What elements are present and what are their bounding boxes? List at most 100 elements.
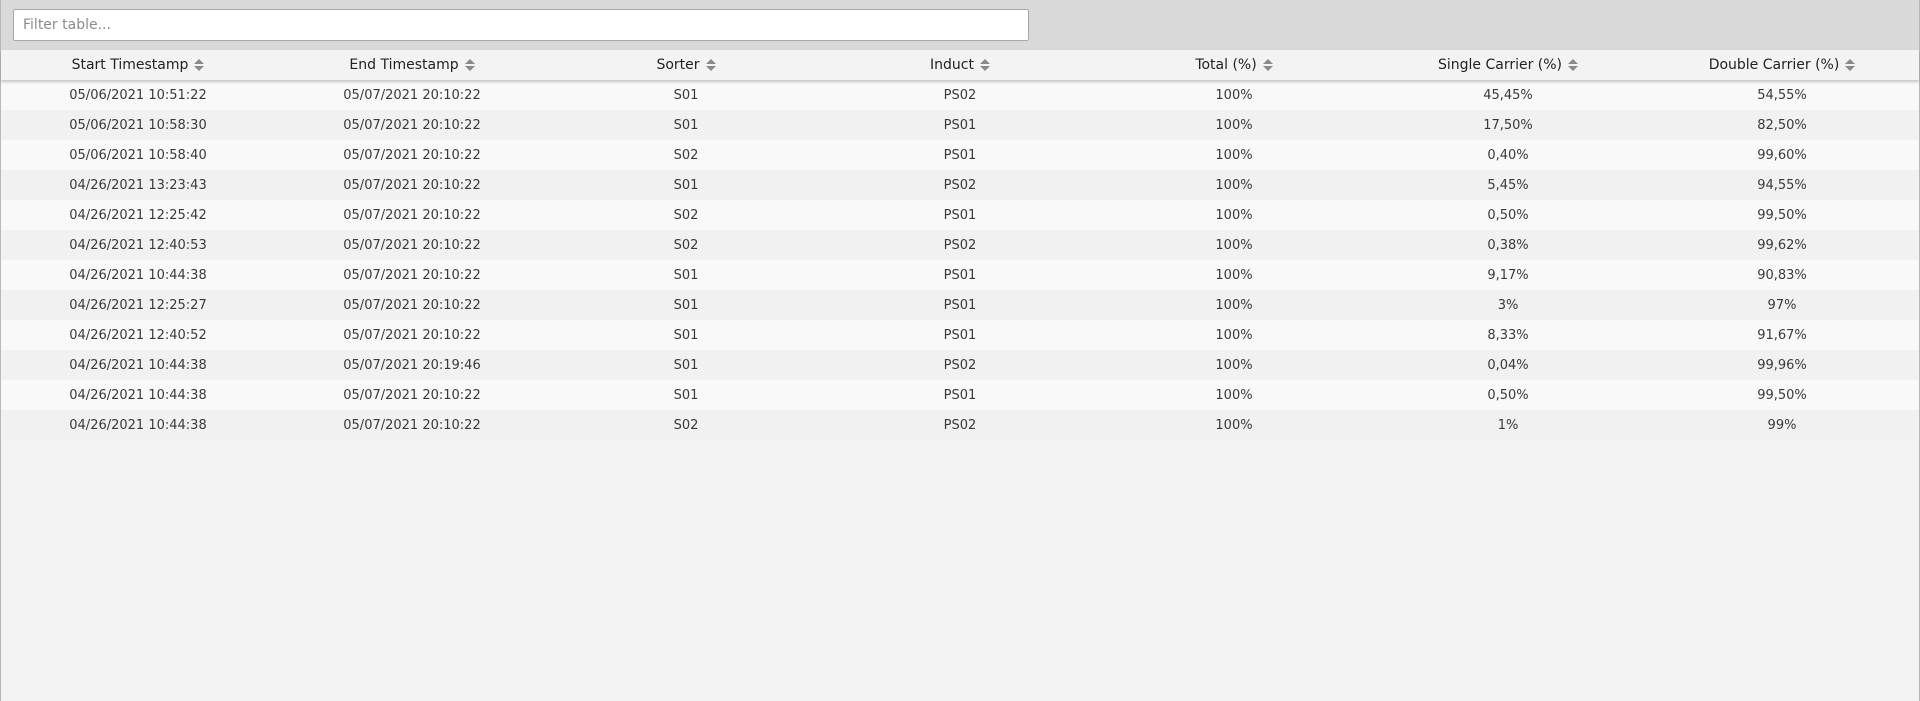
table-cell: 91,67%	[1757, 327, 1807, 343]
table-cell: 97%	[1767, 297, 1797, 313]
column-header-3[interactable]: Induct	[823, 50, 1097, 80]
table-row[interactable]: 04/26/2021 12:40:53 05/07/2021 20:10:22 S0…	[1, 230, 1919, 260]
table-cell: S01	[673, 87, 699, 103]
table-cell: 54,55%	[1757, 87, 1807, 103]
sort-icon[interactable]	[1262, 59, 1273, 71]
table-row[interactable]: 04/26/2021 12:40:52 05/07/2021 20:10:22 S0…	[1, 320, 1919, 350]
column-header-1[interactable]: End Timestamp	[275, 50, 549, 80]
table-cell: 100%	[1215, 177, 1253, 193]
table-cell: 99,96%	[1757, 357, 1807, 373]
table-cell: PS01	[943, 327, 977, 343]
table-cell: 05/07/2021 20:10:22	[343, 177, 481, 193]
table-row[interactable]: 04/26/2021 13:23:43 05/07/2021 20:10:22 S0…	[1, 170, 1919, 200]
table-cell: 04/26/2021 12:25:42	[69, 207, 207, 223]
table-row[interactable]: 04/26/2021 10:44:38 05/07/2021 20:10:22 S0…	[1, 380, 1919, 410]
column-header-label: Start Timestamp	[71, 57, 189, 73]
table-cell: 82,50%	[1757, 117, 1807, 133]
table-cell: PS01	[943, 297, 977, 313]
table-cell: S02	[673, 147, 699, 163]
sort-icon[interactable]	[194, 59, 205, 71]
table-cell: PS02	[943, 177, 977, 193]
sort-icon[interactable]	[1568, 59, 1579, 71]
table-cell: 100%	[1215, 357, 1253, 373]
table-cell: 05/06/2021 10:58:40	[69, 147, 207, 163]
table-cell: S01	[673, 297, 699, 313]
table-cell: PS02	[943, 237, 977, 253]
table-cell: 04/26/2021 12:25:27	[69, 297, 207, 313]
table-cell: 04/26/2021 13:23:43	[69, 177, 207, 193]
table-cell: 05/07/2021 20:19:46	[343, 357, 481, 373]
table-cell: 17,50%	[1483, 117, 1533, 133]
table-cell: 0,40%	[1487, 147, 1529, 163]
table-cell: 3%	[1497, 297, 1519, 313]
table-cell: 100%	[1215, 327, 1253, 343]
sort-icon[interactable]	[705, 59, 716, 71]
table-cell: 04/26/2021 12:40:52	[69, 327, 207, 343]
table-cell: 99,60%	[1757, 147, 1807, 163]
table-cell: 1%	[1497, 417, 1519, 433]
table-cell: S01	[673, 387, 699, 403]
table-cell: 05/07/2021 20:10:22	[343, 237, 481, 253]
column-header-0[interactable]: Start Timestamp	[1, 50, 275, 80]
table-cell: 0,50%	[1487, 387, 1529, 403]
data-table: Start Timestamp End Timestamp Sorter Induct…	[1, 50, 1919, 440]
column-header-4[interactable]: Total (%)	[1097, 50, 1371, 80]
table-cell: 05/07/2021 20:10:22	[343, 327, 481, 343]
table-cell: S01	[673, 177, 699, 193]
column-header-label: Single Carrier (%)	[1437, 57, 1563, 73]
table-row[interactable]: 04/26/2021 10:44:38 05/07/2021 20:19:46 S0…	[1, 350, 1919, 380]
table-cell: S02	[673, 207, 699, 223]
column-header-label: End Timestamp	[349, 57, 459, 73]
table-cell: S02	[673, 417, 699, 433]
table-row[interactable]: 05/06/2021 10:58:30 05/07/2021 20:10:22 S0…	[1, 110, 1919, 140]
table-cell: 100%	[1215, 207, 1253, 223]
table-cell: 94,55%	[1757, 177, 1807, 193]
sort-icon[interactable]	[464, 59, 475, 71]
table-cell: 04/26/2021 10:44:38	[69, 387, 207, 403]
table-cell: 05/07/2021 20:10:22	[343, 87, 481, 103]
column-header-label: Double Carrier (%)	[1708, 57, 1840, 73]
table-cell: 100%	[1215, 297, 1253, 313]
table-row[interactable]: 04/26/2021 10:44:38 05/07/2021 20:10:22 S0…	[1, 260, 1919, 290]
table-cell: 05/07/2021 20:10:22	[343, 387, 481, 403]
table-cell: 100%	[1215, 87, 1253, 103]
table-cell: 5,45%	[1487, 177, 1529, 193]
table-cell: 100%	[1215, 147, 1253, 163]
table-cell: S01	[673, 117, 699, 133]
table-cell: PS01	[943, 117, 977, 133]
table-cell: 99,62%	[1757, 237, 1807, 253]
column-header-2[interactable]: Sorter	[549, 50, 823, 80]
table-cell: S01	[673, 267, 699, 283]
app-window: Start Timestamp End Timestamp Sorter Induct…	[0, 0, 1920, 701]
table-cell: 04/26/2021 10:44:38	[69, 267, 207, 283]
table-cell: 04/26/2021 10:44:38	[69, 357, 207, 373]
table-cell: 45,45%	[1483, 87, 1533, 103]
column-header-5[interactable]: Single Carrier (%)	[1371, 50, 1645, 80]
table-cell: S01	[673, 327, 699, 343]
column-header-6[interactable]: Double Carrier (%)	[1645, 50, 1919, 80]
table-cell: 05/07/2021 20:10:22	[343, 417, 481, 433]
table-row[interactable]: 05/06/2021 10:51:22 05/07/2021 20:10:22 S0…	[1, 80, 1919, 110]
table-row[interactable]: 05/06/2021 10:58:40 05/07/2021 20:10:22 S0…	[1, 140, 1919, 170]
table-cell: 04/26/2021 12:40:53	[69, 237, 207, 253]
table-cell: 9,17%	[1487, 267, 1529, 283]
table-cell: 05/07/2021 20:10:22	[343, 207, 481, 223]
table-cell: 99%	[1767, 417, 1797, 433]
filter-table-input[interactable]	[13, 9, 1029, 41]
table-cell: PS01	[943, 147, 977, 163]
table-row[interactable]: 04/26/2021 12:25:27 05/07/2021 20:10:22 S0…	[1, 290, 1919, 320]
sort-icon[interactable]	[979, 59, 990, 71]
table-cell: 0,38%	[1487, 237, 1529, 253]
table-cell: 0,50%	[1487, 207, 1529, 223]
column-header-label: Sorter	[656, 57, 700, 73]
table-cell: 100%	[1215, 387, 1253, 403]
table-cell: 90,83%	[1757, 267, 1807, 283]
table-header: Start Timestamp End Timestamp Sorter Induct…	[1, 50, 1919, 80]
column-header-label: Induct	[930, 57, 974, 73]
sort-icon[interactable]	[1845, 59, 1856, 71]
table-cell: PS01	[943, 207, 977, 223]
table-row[interactable]: 04/26/2021 10:44:38 05/07/2021 20:10:22 S0…	[1, 410, 1919, 440]
table-cell: PS01	[943, 387, 977, 403]
table-body: 05/06/2021 10:51:22 05/07/2021 20:10:22 S0…	[1, 80, 1919, 440]
table-row[interactable]: 04/26/2021 12:25:42 05/07/2021 20:10:22 S0…	[1, 200, 1919, 230]
